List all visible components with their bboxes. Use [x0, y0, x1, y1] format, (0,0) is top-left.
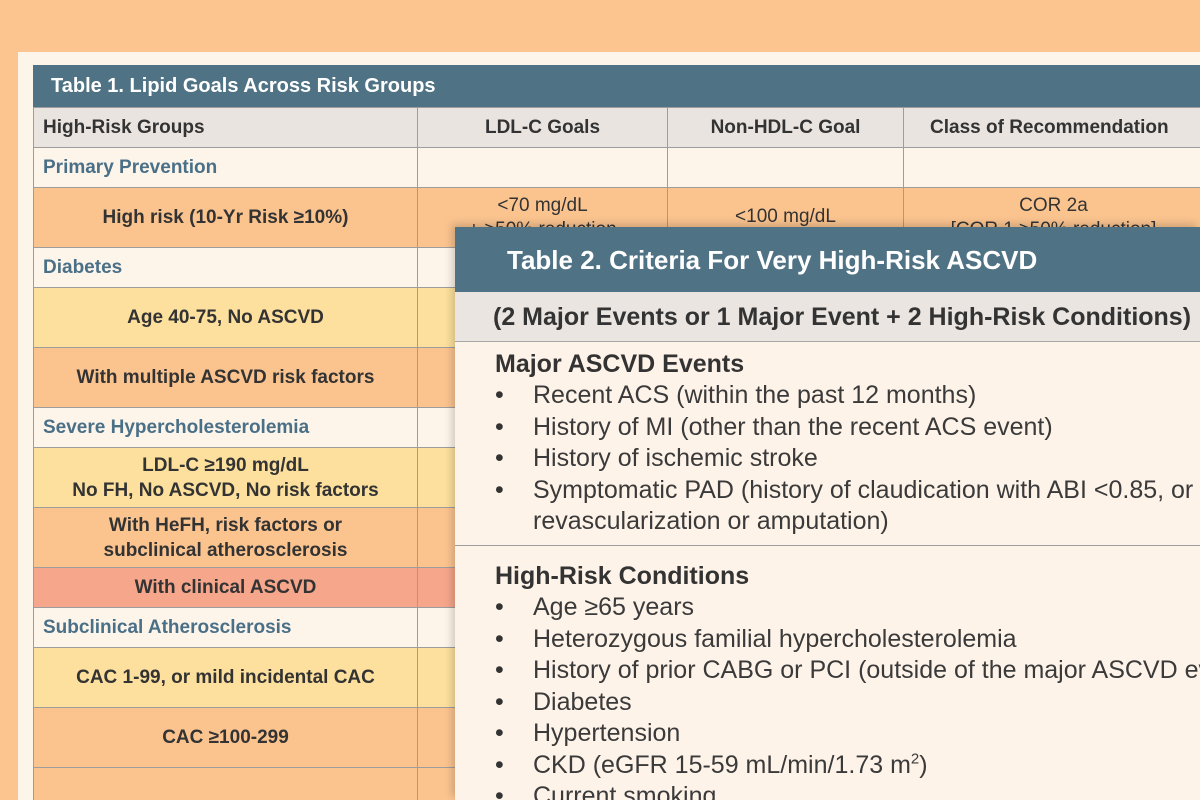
row-high-risk-label: High risk (10-Yr Risk ≥10%)	[33, 187, 418, 248]
table-header-row: High-Risk Groups LDL-C Goals Non-HDL-C G…	[33, 107, 1200, 148]
table-2-subtitle: (2 Major Events or 1 Major Event + 2 Hig…	[455, 292, 1200, 342]
row-age-40-75: Age 40-75, No ASCVD	[33, 287, 418, 348]
section-primary-prevention: Primary Prevention	[33, 147, 418, 188]
section-diabetes: Diabetes	[33, 247, 418, 288]
table-2-title: Table 2. Criteria For Very High-Risk ASC…	[455, 227, 1200, 292]
header-high-risk-groups: High-Risk Groups	[33, 107, 418, 148]
list-item: History of MI (other than the recent ACS…	[495, 412, 1200, 444]
row-hefh-line1: With HeFH, risk factors or	[108, 514, 343, 536]
row-hefh-line2: subclinical atherosclerosis	[103, 539, 348, 561]
list-item: Recent ACS (within the past 12 months)	[495, 380, 1200, 412]
section-subclinical-atherosclerosis: Subclinical Atherosclerosis	[33, 607, 418, 648]
row-ldl-190-line1: LDL-C ≥190 mg/dL	[142, 454, 309, 476]
table-1-title: Table 1. Lipid Goals Across Risk Groups	[33, 65, 1200, 107]
empty-cell	[667, 147, 904, 188]
high-risk-conditions-block: High-Risk Conditions Age ≥65 years Heter…	[455, 546, 1200, 800]
row-hefh: With HeFH, risk factors or subclinical a…	[33, 507, 418, 568]
list-item: Symptomatic PAD (history of claudication…	[495, 475, 1200, 538]
pad-line1: Symptomatic PAD (history of claudication…	[533, 475, 1200, 504]
row-ldl-190: LDL-C ≥190 mg/dL No FH, No ASCVD, No ris…	[33, 447, 418, 508]
section-row: Primary Prevention	[33, 147, 1200, 188]
row-cac-1-99: CAC 1-99, or mild incidental CAC	[33, 647, 418, 708]
ldl-goal-line1: <70 mg/dL	[497, 195, 588, 216]
header-non-hdl-c-goal: Non-HDL-C Goal	[667, 107, 904, 148]
list-item: History of prior CABG or PCI (outside of…	[495, 655, 1200, 687]
empty-cell	[417, 147, 668, 188]
header-class-of-recommendation: Class of Recommendation	[903, 107, 1200, 148]
table-2: Table 2. Criteria For Very High-Risk ASC…	[455, 227, 1200, 800]
list-item: Age ≥65 years	[495, 592, 1200, 624]
list-item: Diabetes	[495, 687, 1200, 719]
high-risk-conditions-list: Age ≥65 years Heterozygous familial hype…	[495, 592, 1200, 800]
ckd-superscript: 2	[910, 750, 920, 768]
major-events-list: Recent ACS (within the past 12 months) H…	[495, 380, 1200, 538]
row-multiple-risk-factors: With multiple ASCVD risk factors	[33, 347, 418, 408]
list-item: History of ischemic stroke	[495, 443, 1200, 475]
list-item: Current smoking	[495, 781, 1200, 800]
section-severe-hypercholesterolemia: Severe Hypercholesterolemia	[33, 407, 418, 448]
major-events-heading: Major ASCVD Events	[495, 350, 745, 378]
major-events-block: Major ASCVD Events Recent ACS (within th…	[455, 342, 1200, 546]
pad-line2: revascularization or amputation)	[533, 507, 889, 535]
ckd-text: CKD (eGFR 15-59 mL/min/1.73 m	[533, 750, 911, 779]
header-ldl-c-goals: LDL-C Goals	[417, 107, 668, 148]
high-risk-conditions-heading: High-Risk Conditions	[495, 562, 750, 590]
empty-cell	[33, 767, 418, 800]
non-hdl-goal-value: <100 mg/dL	[735, 206, 836, 227]
list-item: Hypertension	[495, 718, 1200, 750]
ckd-close: )	[919, 750, 928, 779]
list-item: CKD (eGFR 15-59 mL/min/1.73 m2)	[495, 750, 1200, 782]
row-cac-100-299: CAC ≥100-299	[33, 707, 418, 768]
cor-line1: COR 2a	[1019, 195, 1088, 216]
row-ldl-190-line2: No FH, No ASCVD, No risk factors	[72, 479, 379, 501]
row-clinical-ascvd: With clinical ASCVD	[33, 567, 418, 608]
empty-cell	[903, 147, 1200, 188]
list-item: Heterozygous familial hypercholesterolem…	[495, 624, 1200, 656]
